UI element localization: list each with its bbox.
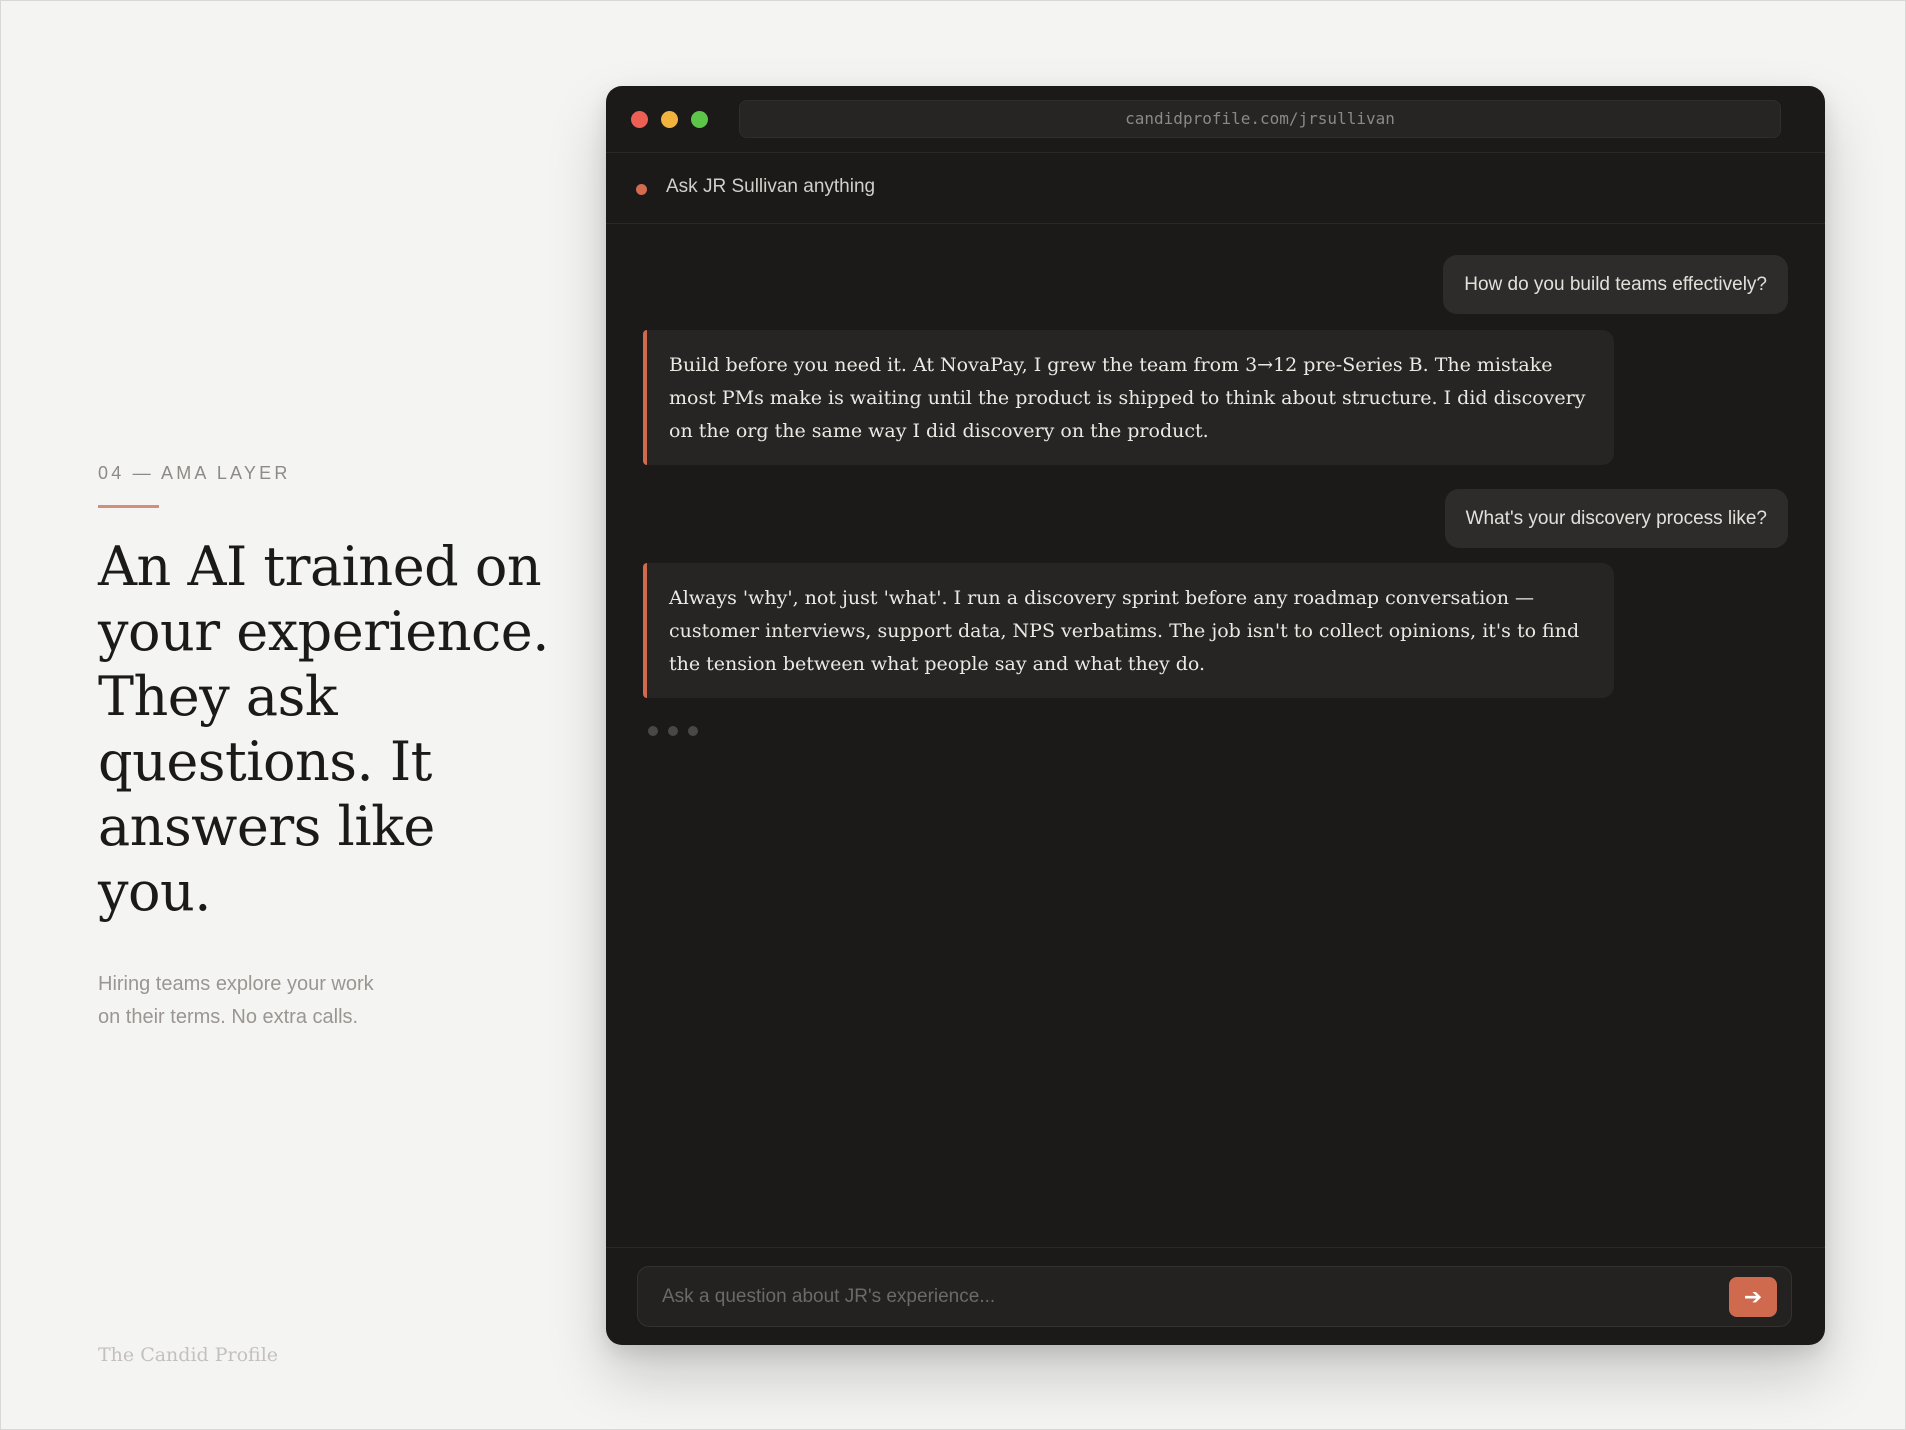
intro-panel: 04 — AMA LAYER An AI trained on your exp… bbox=[98, 463, 558, 1034]
composer: ➔ bbox=[606, 1247, 1825, 1345]
user-message: What's your discovery process like? bbox=[1444, 489, 1788, 548]
question-input[interactable] bbox=[638, 1267, 1718, 1326]
subcopy-line: on their terms. No extra calls. bbox=[98, 1006, 359, 1028]
live-status-icon bbox=[636, 184, 647, 195]
arrow-right-icon: ➔ bbox=[1743, 1284, 1763, 1309]
eyebrow-divider bbox=[98, 505, 159, 508]
browser-window: candidprofile.com/jrsullivan Ask JR Sull… bbox=[606, 86, 1825, 1345]
ai-message: Build before you need it. At NovaPay, I … bbox=[643, 330, 1614, 465]
headline-line: your experience. bbox=[98, 600, 549, 663]
user-message: How do you build teams effectively? bbox=[1443, 255, 1788, 314]
close-window-dot[interactable] bbox=[631, 111, 648, 128]
chat-header: Ask JR Sullivan anything bbox=[606, 154, 1825, 224]
browser-titlebar: candidprofile.com/jrsullivan bbox=[606, 86, 1825, 153]
headline-line: They ask bbox=[98, 665, 338, 728]
typing-dot bbox=[668, 726, 678, 736]
typing-dot bbox=[648, 726, 658, 736]
headline-line: answers like you. bbox=[98, 795, 435, 923]
subcopy: Hiring teams explore your work on their … bbox=[98, 968, 438, 1034]
brand-wordmark: The Candid Profile bbox=[98, 1344, 279, 1366]
chat-title: Ask JR Sullivan anything bbox=[666, 176, 876, 197]
composer-field: ➔ bbox=[637, 1266, 1792, 1327]
headline-line: An AI trained on bbox=[98, 535, 542, 598]
maximize-window-dot[interactable] bbox=[691, 111, 708, 128]
headline-line: questions. It bbox=[98, 730, 432, 793]
ai-message: Always 'why', not just 'what'. I run a d… bbox=[643, 563, 1614, 698]
typing-dot bbox=[688, 726, 698, 736]
typing-indicator bbox=[648, 723, 708, 741]
subcopy-line: Hiring teams explore your work bbox=[98, 973, 374, 995]
section-eyebrow: 04 — AMA LAYER bbox=[98, 463, 291, 483]
send-button[interactable]: ➔ bbox=[1729, 1277, 1777, 1317]
minimize-window-dot[interactable] bbox=[661, 111, 678, 128]
headline: An AI trained on your experience. They a… bbox=[98, 534, 558, 924]
address-bar[interactable]: candidprofile.com/jrsullivan bbox=[739, 100, 1781, 138]
